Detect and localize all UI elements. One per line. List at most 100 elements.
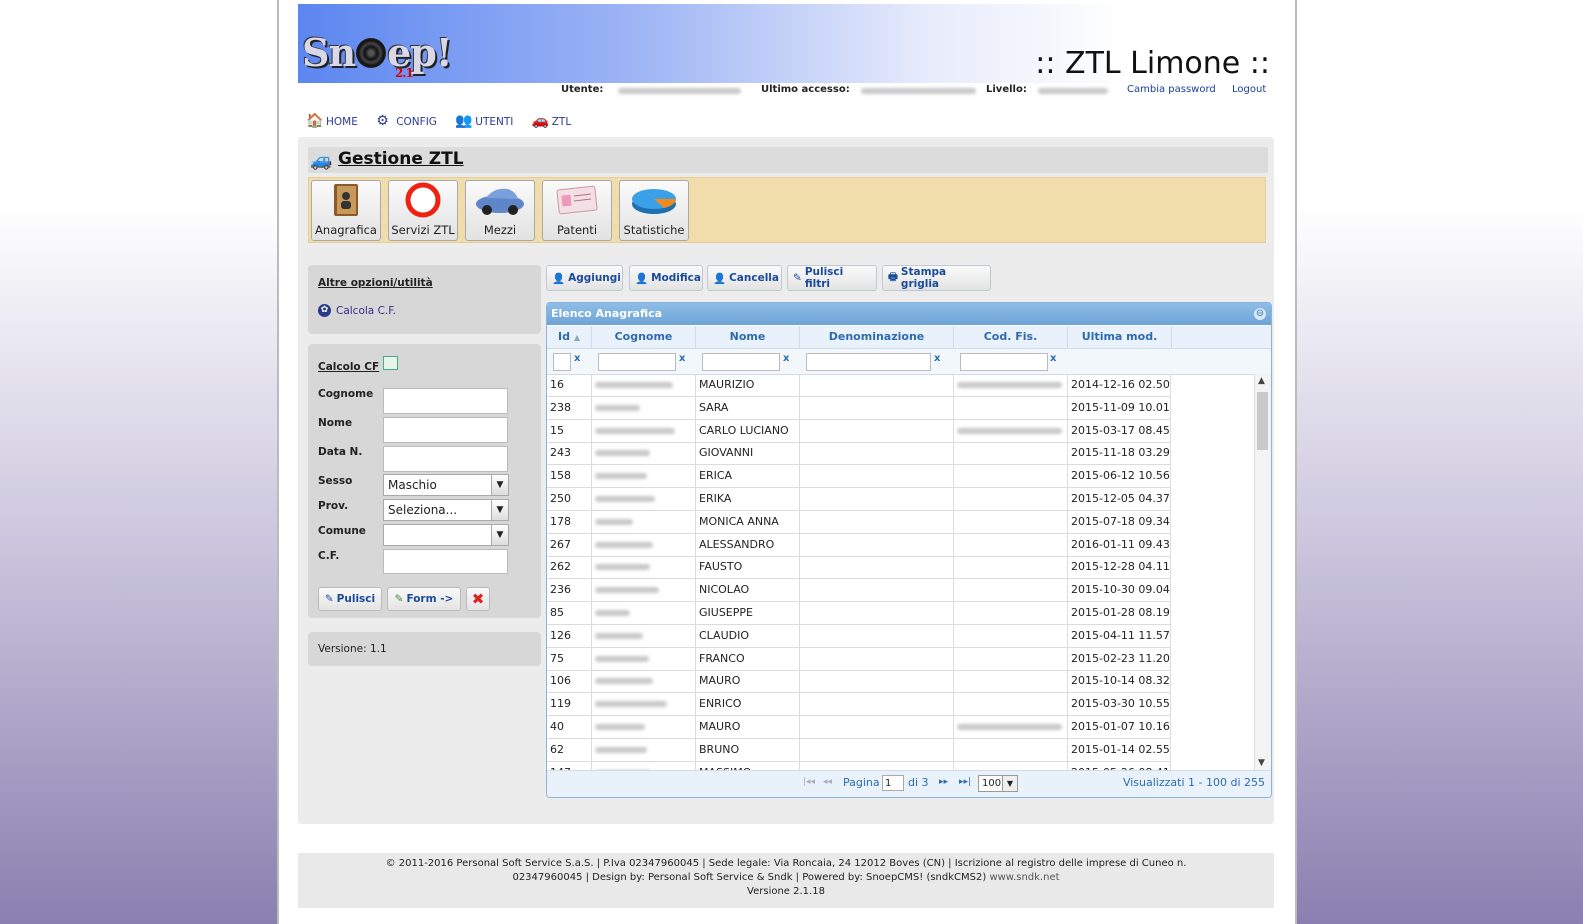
table-row[interactable]: 267 ALESSANDRO 2016-01-11 09.43 [547,533,1171,557]
prev-page-icon[interactable]: ◂◂ [823,777,832,787]
filter-cod-fis-input[interactable] [960,353,1048,371]
cell-denominazione [800,693,954,716]
cell-denominazione [800,533,954,556]
nav-home[interactable]: 🏠 HOME [306,114,358,129]
table-row[interactable]: 178 MONICA ANNA 2015-07-18 09.34 [547,510,1171,534]
filter-denominazione-clear[interactable]: x [934,353,940,364]
comune-select[interactable]: ▼ [383,524,509,546]
close-button[interactable]: ✖ [466,587,490,611]
cell-cod-fis [954,374,1068,396]
section-header: 🚙 Gestione ZTL [308,147,1268,173]
add-user-icon: 👤 [552,272,566,285]
filter-cognome-clear[interactable]: x [679,353,685,364]
column-header-cognome[interactable]: Cognome [592,326,696,348]
prov-select[interactable]: Seleziona... ▼ [383,499,509,521]
filter-denominazione-input[interactable] [806,353,931,371]
table-row[interactable]: 85 GIUSEPPE 2015-01-28 08.19 [547,602,1171,625]
table-row[interactable]: 158 ERICA 2015-06-12 10.56 [547,465,1171,489]
collapse-icon[interactable]: ⊖ [1254,308,1266,320]
table-row[interactable]: 75 FRANCO 2015-02-23 11.20 [547,647,1171,671]
filter-cognome-input[interactable] [598,353,676,371]
cf-input[interactable] [383,549,508,574]
cell-cod-fis [954,670,1068,693]
print-grid-button[interactable]: 🖶 Stampa griglia [882,265,991,291]
spreadsheet-icon[interactable] [383,356,398,370]
table-row[interactable]: 250 ERIKA 2015-12-05 04.37 [547,488,1171,511]
calc-cf-link[interactable]: ✿ Calcola C.F. [318,304,396,317]
logout-link[interactable]: Logout [1232,84,1266,95]
grid-scrollbar[interactable]: ▲ ▼ [1254,374,1271,770]
cell-ultima-mod: 2015-12-05 04.37 [1068,488,1171,510]
sesso-select[interactable]: Maschio ▼ [383,474,509,496]
table-row[interactable]: 15 CARLO LUCIANO 2015-03-17 08.45 [547,419,1171,443]
cell-ultima-mod: 2015-01-07 10.16 [1068,716,1171,738]
change-password-link[interactable]: Cambia password [1127,84,1216,95]
column-header-nome[interactable]: Nome [696,326,800,348]
footer-line-1: © 2011-2016 Personal Soft Service S.a.S.… [385,858,1187,869]
footer-version: Versione 2.1.18 [747,886,825,897]
cell-cognome-redacted [592,693,696,716]
last-page-icon[interactable]: ▸▸| [959,777,971,787]
cell-cognome-redacted [592,670,696,693]
table-row[interactable]: 106 MAURO 2015-10-14 08.32 [547,670,1171,694]
last-access-redacted [861,88,976,94]
edit-button[interactable]: 👤 Modifica [629,265,703,291]
footer-line-2: 02347960045 | Design by: Personal Soft S… [512,872,1060,883]
nav-config[interactable]: ⚙ CONFIG [376,114,437,129]
first-page-icon[interactable]: |◂◂ [803,777,815,787]
table-row[interactable]: 16 MAURIZIO 2014-12-16 02.50 [547,374,1171,397]
table-row[interactable]: 126 CLAUDIO 2015-04-11 11.57 [547,624,1171,648]
redacted-text [595,382,673,388]
next-page-icon[interactable]: ▸▸ [939,777,948,787]
filter-cod-fis-clear[interactable]: x [1050,353,1056,364]
table-row[interactable]: 238 SARA 2015-11-09 10.01 [547,396,1171,420]
scroll-down-icon[interactable]: ▼ [1258,758,1265,768]
column-header-cod-fis[interactable]: Cod. Fis. [954,326,1068,348]
cell-cognome-redacted [592,510,696,533]
toolbox-servizi-ztl-button[interactable]: Servizi ZTL [388,180,458,241]
filter-id-input[interactable] [553,353,571,371]
toolbox-patenti-button[interactable]: Patenti [542,180,612,241]
redacted-text [957,427,1062,434]
toolbox-statistiche-button[interactable]: Statistiche [619,180,689,241]
column-header-id[interactable]: Id ▲ [547,326,592,348]
table-row[interactable]: 262 FAUSTO 2015-12-28 04.11 [547,556,1171,580]
scroll-thumb[interactable] [1257,392,1268,450]
last-access-label: Ultimo accesso: [761,84,850,95]
filter-id-clear[interactable]: x [574,353,580,364]
cell-cognome-redacted [592,396,696,419]
page-number-input[interactable]: 1 [882,775,904,791]
cell-cod-fis [954,693,1068,716]
scroll-up-icon[interactable]: ▲ [1258,376,1265,386]
pulisci-button[interactable]: ✎ Pulisci [318,587,382,611]
filter-nome-input[interactable] [702,353,780,371]
cell-ultima-mod: 2016-01-11 09.43 [1068,533,1171,556]
table-row[interactable]: 147 MASSIMO 2015-05-26 08.41 [547,761,1171,770]
nav-ztl[interactable]: 🚗 ZTL [532,114,571,129]
toolbox-anagrafica-button[interactable]: Anagrafica [311,180,381,241]
nav-utenti[interactable]: 👥 UTENTI [455,114,513,129]
section-title[interactable]: Gestione ZTL [338,149,464,169]
table-row[interactable]: 243 GIOVANNI 2015-11-18 03.29 [547,442,1171,466]
redacted-text [595,518,633,525]
cognome-input[interactable] [383,388,508,414]
page-size-select[interactable]: 100 ▼ [978,775,1018,792]
delete-button[interactable]: 👤 Cancella [707,265,782,291]
add-button[interactable]: 👤 Aggiungi [546,265,623,291]
site-logo[interactable]: Sn ep! 2.1 [302,30,453,80]
column-header-ultima-mod[interactable]: Ultima mod. [1068,326,1172,348]
table-row[interactable]: 62 BRUNO 2015-01-14 02.55 [547,738,1171,762]
table-row[interactable]: 236 NICOLAO 2015-10-30 09.04 [547,579,1171,603]
clear-filters-button[interactable]: ✎ Pulisci filtri [787,265,877,291]
nome-input[interactable] [383,417,508,443]
data-nascita-input[interactable] [383,446,508,472]
filter-nome-clear[interactable]: x [783,353,789,364]
table-row[interactable]: 119 ENRICO 2015-03-30 10.55 [547,693,1171,717]
cell-denominazione [800,761,954,770]
form-button[interactable]: ✎ Form -> [387,587,461,611]
column-header-denominazione[interactable]: Denominazione [800,326,954,348]
table-row[interactable]: 40 MAURO 2015-01-07 10.16 [547,716,1171,739]
cell-denominazione [800,419,954,442]
toolbox-mezzi-button[interactable]: Mezzi [465,180,535,241]
sndk-link[interactable]: www.sndk.net [989,872,1059,883]
